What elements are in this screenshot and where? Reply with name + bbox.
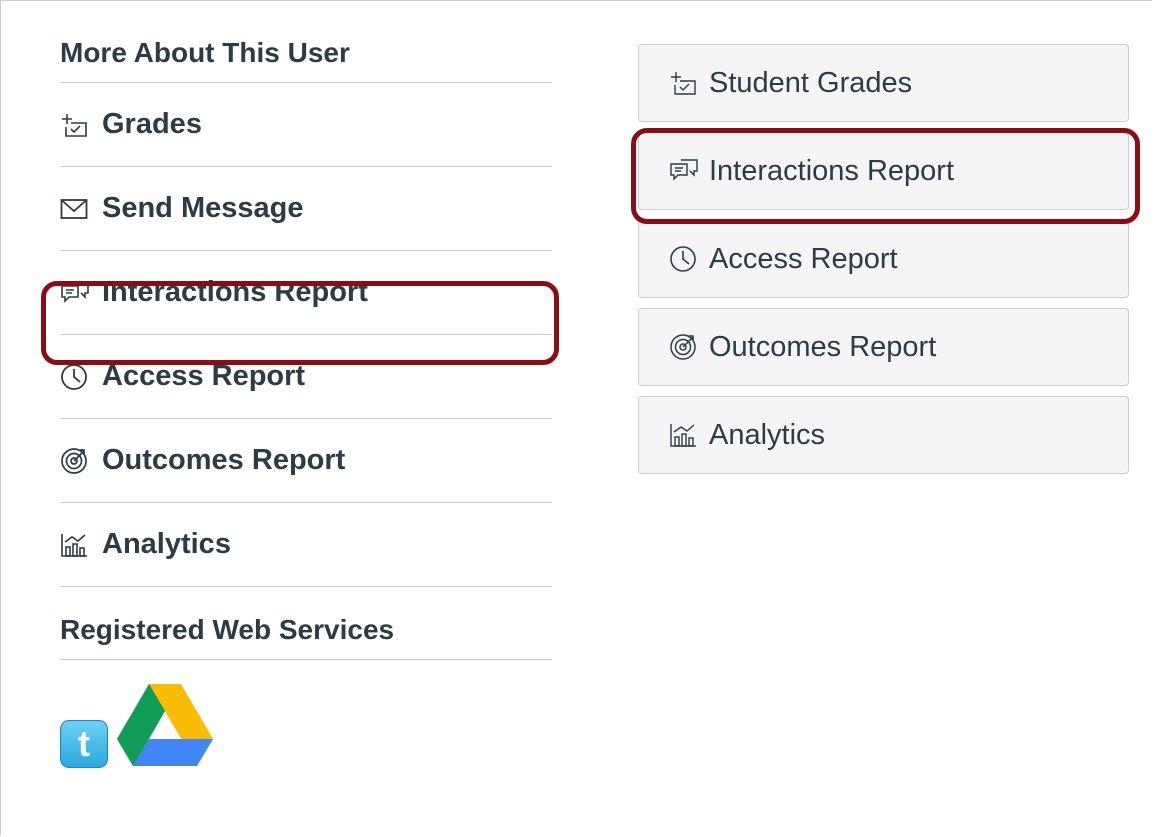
user-sidebar: More About This User Grades Send Message… [60,36,552,768]
twitter-glyph: t [78,723,90,764]
outcomes-report-label: Outcomes Report [709,330,937,363]
analytics-label: Analytics [709,418,826,451]
access-report-button[interactable]: Access Report [638,220,1129,298]
analytics-icon [669,421,707,449]
student-grades-label: Student Grades [709,66,913,99]
google-drive-logo[interactable] [116,682,214,768]
grades-label: Grades [102,108,202,140]
access-report-label: Access Report [709,242,898,275]
interactions-report-button[interactable]: Interactions Report [638,132,1129,210]
send-message-link[interactable]: Send Message [60,167,552,251]
interactions-icon [60,279,98,307]
more-about-user-heading: More About This User [60,36,552,83]
interactions-icon [669,157,707,185]
clock-icon [669,245,707,273]
outcomes-icon [60,447,98,475]
analytics-icon [60,531,98,559]
access-report-label: Access Report [102,360,306,392]
interactions-report-label: Interactions Report [709,154,955,187]
access-report-link[interactable]: Access Report [60,335,552,419]
student-grades-button[interactable]: Student Grades [638,44,1129,122]
analytics-button[interactable]: Analytics [638,396,1129,474]
analytics-link[interactable]: Analytics [60,503,552,587]
clock-icon [60,363,98,391]
web-services-list: t [60,682,552,768]
mail-icon [60,195,98,223]
twitter-logo[interactable]: t [60,720,108,768]
interactions-report-link[interactable]: Interactions Report [60,251,552,335]
outcomes-report-label: Outcomes Report [102,444,346,476]
interactions-report-label: Interactions Report [102,276,368,308]
grades-link[interactable]: Grades [60,83,552,167]
analytics-label: Analytics [102,528,231,560]
outcomes-icon [669,333,707,361]
registered-web-services-heading: Registered Web Services [60,613,552,660]
outcomes-report-button[interactable]: Outcomes Report [638,308,1129,386]
user-actions-panel: Student Grades Interactions Report Acces… [638,44,1129,484]
send-message-label: Send Message [102,192,304,224]
grades-icon [669,69,707,97]
outcomes-report-link[interactable]: Outcomes Report [60,419,552,503]
grades-icon [60,111,98,139]
